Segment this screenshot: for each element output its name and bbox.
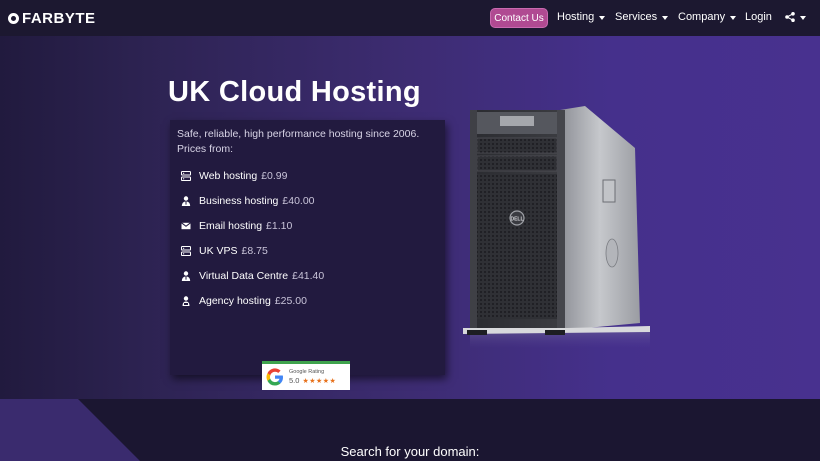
server-icon <box>180 246 191 257</box>
product-business-hosting[interactable]: Business hosting £40.00 <box>180 193 315 209</box>
svg-text:DELL: DELL <box>510 217 523 223</box>
agency-user-icon <box>180 296 191 307</box>
product-price: £40.00 <box>282 195 315 207</box>
product-email-hosting[interactable]: Email hosting £1.10 <box>180 218 292 234</box>
product-price: £0.99 <box>261 170 288 182</box>
product-name: Email hosting <box>199 220 263 232</box>
nav-company-label: Company <box>678 11 726 23</box>
product-name: Agency hosting <box>199 295 271 307</box>
product-agency-hosting[interactable]: Agency hosting £25.00 <box>180 293 307 309</box>
share-icon <box>785 12 795 22</box>
chevron-down-icon <box>800 15 806 20</box>
google-logo-icon <box>266 368 283 386</box>
rating-text: Google Rating 5.0 ★★★★★ <box>289 369 336 385</box>
share-menu[interactable] <box>785 12 806 22</box>
brand-name: FARBYTE <box>22 10 96 27</box>
domain-search-heading: Search for your domain: <box>340 444 480 459</box>
contact-us-button[interactable]: Contact Us <box>490 8 548 28</box>
product-name: Business hosting <box>199 195 279 207</box>
envelope-icon <box>180 221 191 232</box>
star-rating-icon: ★★★★★ <box>302 377 337 385</box>
navbar: FARBYTE Contact Us Hosting Services Comp… <box>0 0 820 36</box>
chevron-down-icon <box>599 15 606 20</box>
server-icon <box>180 171 191 182</box>
business-user-icon <box>180 196 191 207</box>
server-tower-image: DELL <box>463 106 650 348</box>
nav-services-label: Services <box>615 11 658 23</box>
nav-services[interactable]: Services <box>615 11 669 23</box>
rating-score-row: 5.0 ★★★★★ <box>289 376 336 385</box>
rating-score: 5.0 <box>289 376 300 385</box>
brand-logo[interactable]: FARBYTE <box>8 10 96 27</box>
product-price: £1.10 <box>266 220 293 232</box>
product-name: Virtual Data Centre <box>199 270 289 282</box>
pricing-box: Safe, reliable, high performance hosting… <box>170 120 445 390</box>
product-web-hosting[interactable]: Web hosting £0.99 <box>180 168 287 184</box>
nav-login-label: Login <box>745 11 772 23</box>
rating-label: Google Rating <box>289 369 325 375</box>
chevron-down-icon <box>730 15 737 20</box>
product-price: £25.00 <box>274 295 307 307</box>
product-price: £8.75 <box>241 245 268 257</box>
hero-intro: Safe, reliable, high performance hosting… <box>177 128 420 155</box>
product-uk-vps[interactable]: UK VPS £8.75 <box>180 243 268 259</box>
logo-ring-icon <box>8 13 19 24</box>
google-rating-badge[interactable]: Google Rating 5.0 ★★★★★ <box>262 361 350 390</box>
nav-hosting-label: Hosting <box>557 11 595 23</box>
nav-company[interactable]: Company <box>678 11 737 23</box>
nav-hosting[interactable]: Hosting <box>557 11 606 23</box>
product-price: £41.40 <box>292 270 325 282</box>
nav-login[interactable]: Login <box>745 11 772 23</box>
product-name: Web hosting <box>199 170 258 182</box>
product-virtual-data-centre[interactable]: Virtual Data Centre £41.40 <box>180 268 324 284</box>
hero-section: UK Cloud Hosting Safe, reliable, high pe… <box>0 36 820 399</box>
chevron-down-icon <box>662 15 669 20</box>
page-title: UK Cloud Hosting <box>168 76 421 108</box>
business-user-icon <box>180 271 191 282</box>
product-name: UK VPS <box>199 245 238 257</box>
